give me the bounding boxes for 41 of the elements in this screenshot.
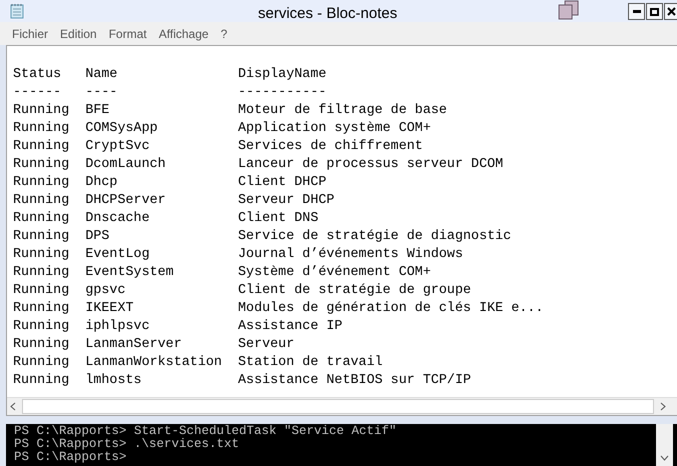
text-line: Running DPS Service de stratégie de diagnostic (13, 228, 512, 246)
text-line: Running EventLog Journal d’événements Windows (13, 246, 463, 264)
menu-item[interactable]: Fichier (6, 24, 54, 44)
close-icon (667, 7, 676, 16)
text-line: Running IKEEXT Modules de génération de clés IKE e... (13, 300, 544, 318)
overlapping-windows-icon (558, 0, 580, 20)
text-line: Status Name DisplayName (13, 66, 326, 84)
text-line: Running LanmanWorkstation Station de travail (13, 354, 383, 372)
text-line: Running EventSystem Système d’événement COM+ (13, 264, 431, 282)
scroll-right-icon[interactable] (660, 402, 666, 411)
text-line: Running COMSysApp Application système COM+ (13, 120, 431, 138)
maximize-button[interactable] (646, 3, 663, 20)
text-line: Running CryptSvc Services de chiffrement (13, 138, 423, 156)
horizontal-scrollbar[interactable] (7, 397, 677, 415)
menu-item[interactable]: Format (102, 24, 153, 44)
text-line: Running iphlpsvc Assistance IP (13, 318, 342, 336)
text-line: Running BFE Moteur de filtrage de base (13, 102, 447, 120)
scroll-down-icon[interactable] (660, 455, 669, 461)
window-title: services - Bloc-notes (258, 4, 398, 24)
text-line: Running lmhosts Assistance NetBIOS sur TCP/IP (13, 372, 472, 390)
minimize-icon (632, 10, 640, 13)
vertical-scrollbar[interactable] (656, 424, 673, 466)
text-line: Running gpsvc Client de stratégie de groupe (13, 282, 472, 300)
minimize-button[interactable] (628, 3, 645, 20)
notepad-icon (9, 3, 25, 19)
text-line: Running Dhcp Client DHCP (13, 174, 326, 192)
console-line: PS C:\Rapports> (14, 451, 127, 464)
close-button[interactable] (664, 3, 677, 20)
maximize-icon (650, 8, 659, 16)
text-line: Running DcomLaunch Lanceur de processus serveur DCOM (13, 156, 504, 174)
scroll-left-icon[interactable] (10, 402, 16, 411)
console-line: PS C:\Rapports> .\services.txt (14, 438, 240, 451)
text-line: Running DHCPServer Serveur DHCP (13, 192, 334, 210)
console-line: PS C:\Rapports> Start-ScheduledTask "Service Actif" (14, 425, 397, 438)
menu-item[interactable]: Edition (54, 24, 103, 44)
text-line: Running LanmanServer Serveur (13, 336, 294, 354)
text-line: ------ ---- ----------- (13, 84, 326, 102)
menu-item[interactable]: ? (214, 24, 234, 44)
scrollbar-thumb[interactable] (22, 399, 654, 414)
text-line: Running Dnscache Client DNS (13, 210, 318, 228)
menu-item[interactable]: Affichage (152, 24, 215, 44)
